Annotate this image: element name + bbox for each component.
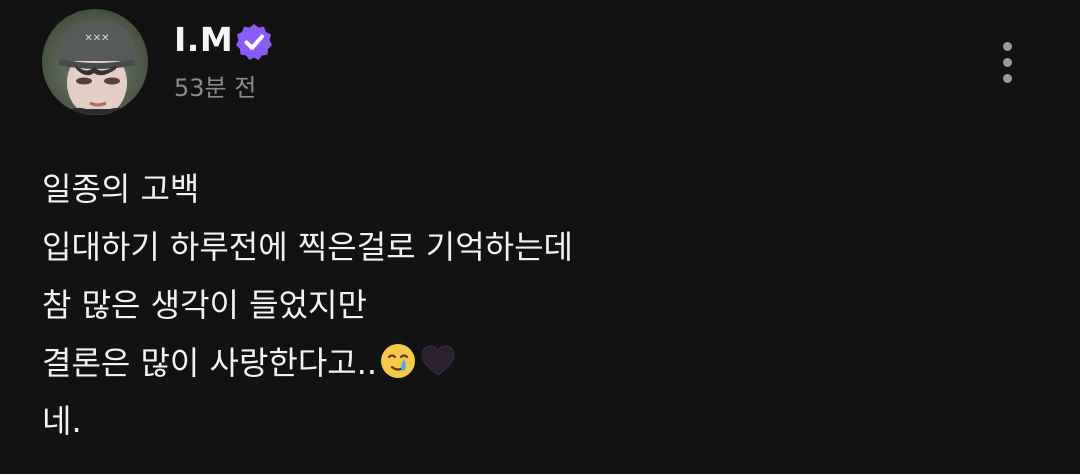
post-line: 참 많은 생각이 들었지만 bbox=[42, 286, 367, 324]
post-card: ✕✕✕ I.M 53분 전 일종의 고백 입대하기 하루전에 찍은걸로 기억하는… bbox=[0, 0, 1080, 474]
black-heart-icon bbox=[419, 342, 457, 380]
avatar-photo-icon: ✕✕✕ bbox=[42, 9, 148, 115]
post-body: 일종의 고백 입대하기 하루전에 찍은걸로 기억하는데 참 많은 생각이 들었지… bbox=[42, 160, 1042, 450]
post-line: 네. bbox=[42, 402, 82, 440]
post-line: 결론은 많이 사랑한다고.. bbox=[42, 344, 378, 382]
post-line: 입대하기 하루전에 찍은걸로 기억하는데 bbox=[42, 228, 573, 266]
post-line: 일종의 고백 bbox=[42, 170, 200, 208]
more-options-button[interactable] bbox=[990, 38, 1024, 88]
author-name[interactable]: I.M bbox=[174, 18, 233, 62]
smiling-face-with-tear-icon bbox=[379, 342, 417, 380]
author-avatar[interactable]: ✕✕✕ bbox=[42, 9, 148, 115]
verified-check-icon bbox=[236, 24, 272, 60]
post-timestamp: 53분 전 bbox=[174, 74, 257, 102]
post-line-with-emoji: 결론은 많이 사랑한다고.. bbox=[42, 334, 1042, 392]
svg-text:✕✕✕: ✕✕✕ bbox=[84, 33, 109, 44]
